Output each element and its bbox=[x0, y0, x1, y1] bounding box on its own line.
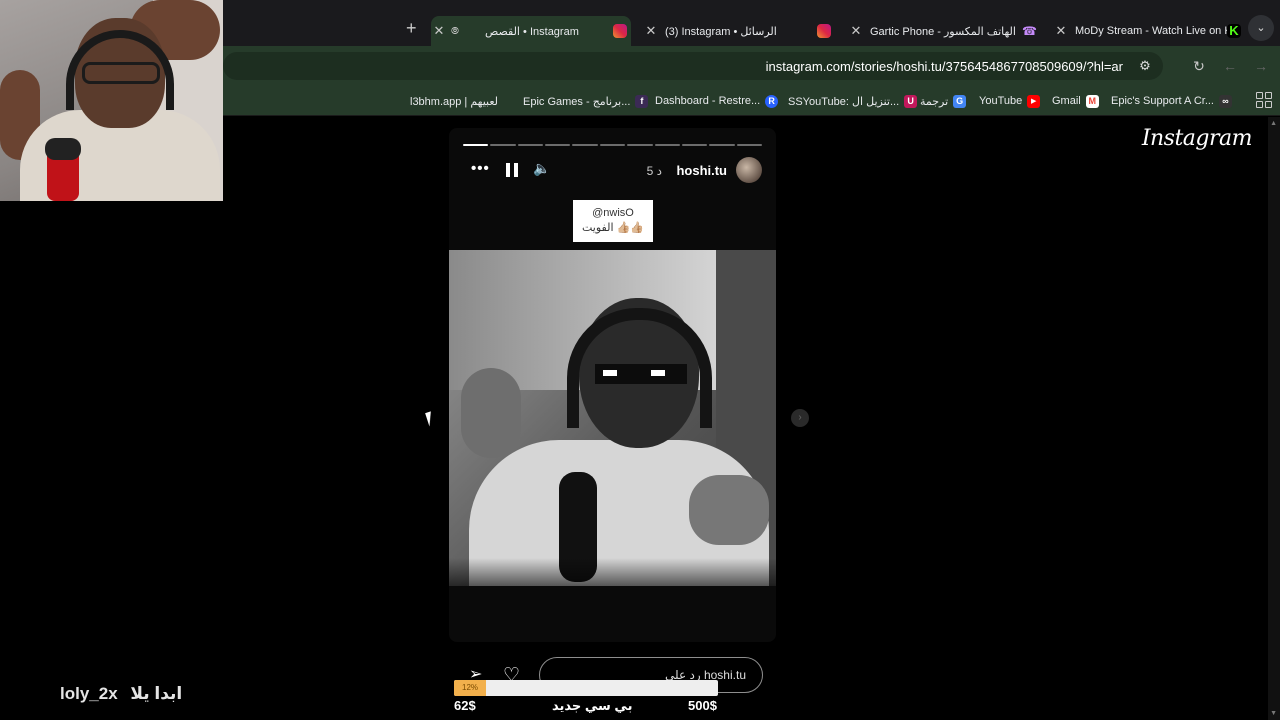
audio-icon[interactable]: ⦾ bbox=[447, 26, 463, 37]
bookmark-icon: ∞ bbox=[1219, 94, 1232, 108]
volume-icon[interactable]: 🔈 bbox=[533, 160, 550, 177]
story-username[interactable]: hoshi.tu bbox=[676, 163, 727, 178]
chat-text: ابدا يلا bbox=[130, 684, 183, 703]
forward-icon[interactable]: → bbox=[1251, 56, 1271, 76]
tab-label: (3) Instagram • الرسائل bbox=[665, 25, 777, 38]
bookmark-epic-support[interactable]: Epic's Support A Cr... ∞ bbox=[1111, 91, 1232, 111]
progress-segment bbox=[545, 144, 571, 146]
avatar[interactable] bbox=[736, 157, 762, 183]
story-time: 5 د bbox=[646, 164, 662, 178]
bookmark-youtube[interactable]: YouTube ▶ bbox=[979, 91, 1041, 111]
tab-label: Gartic Phone - الهاتف المكسور bbox=[870, 25, 1016, 38]
story-viewer: hoshi.tu 5 د ••• 🔈 @nwisO الفويت 👍🏼👍🏼 bbox=[449, 128, 776, 642]
story-photo bbox=[449, 250, 776, 586]
mention-sticker[interactable]: @nwisO الفويت 👍🏼👍🏼 bbox=[573, 200, 653, 242]
goal-percent: 12% bbox=[462, 683, 479, 692]
bookmark-l3bhm[interactable]: l3bhm.app | لعبيهم bbox=[410, 91, 498, 111]
bookmark-label: Gmail bbox=[1052, 95, 1081, 107]
bookmarks-bar: Epic's Support A Cr... ∞ Gmail M YouTube… bbox=[223, 86, 1280, 116]
instagram-icon bbox=[817, 24, 831, 38]
bookmark-label: Epic Games - برنامج... bbox=[523, 95, 631, 108]
close-icon[interactable]: ✕ bbox=[1053, 23, 1069, 39]
chat-username: loly_2x bbox=[60, 684, 118, 703]
tab-instagram-messages[interactable]: ✕ (3) Instagram • الرسائل bbox=[643, 16, 833, 46]
progress-segment bbox=[654, 144, 680, 146]
close-icon[interactable]: ✕ bbox=[848, 23, 864, 39]
close-icon[interactable]: ✕ bbox=[643, 23, 659, 39]
bookmark-label: ترجمة bbox=[920, 95, 949, 108]
pause-icon[interactable] bbox=[506, 163, 518, 177]
browser-toolbar: instagram.com/stories/hoshi.tu/375645486… bbox=[223, 46, 1280, 86]
back-icon[interactable]: ← bbox=[1220, 56, 1240, 76]
new-tab-button[interactable]: + bbox=[406, 18, 417, 39]
goal-target-amount: 500$ bbox=[688, 698, 717, 713]
mouse-cursor-icon bbox=[425, 409, 441, 427]
phone-icon: ☎ bbox=[1022, 24, 1037, 38]
progress-segment bbox=[709, 144, 735, 146]
instagram-logo[interactable]: Instagram bbox=[1142, 126, 1253, 151]
restream-icon: R bbox=[765, 94, 779, 108]
goal-title: بي سي جديد bbox=[552, 698, 633, 713]
tab-gartic-phone[interactable]: ✕ Gartic Phone - الهاتف المكسور ☎ bbox=[848, 16, 1038, 46]
mention-caption: الفويت 👍🏼👍🏼 bbox=[582, 222, 644, 234]
epic-games-icon: f bbox=[635, 94, 649, 108]
translate-icon: G bbox=[953, 94, 967, 108]
bookmark-ssyoutube[interactable]: SSYouTube: تنزيل ال... U bbox=[788, 91, 918, 111]
story-header: hoshi.tu 5 د ••• 🔈 bbox=[463, 156, 762, 186]
webcam-feed bbox=[0, 0, 223, 201]
tab-kick-stream[interactable]: ✕ MoDy Stream - Watch Live on Kick K bbox=[1053, 16, 1243, 46]
screen: + ✕ ⦾ القصص • Instagram ✕ (3) Instagram … bbox=[0, 0, 1280, 720]
bookmark-epic-games[interactable]: Epic Games - برنامج... f bbox=[523, 91, 649, 111]
more-options-icon[interactable]: ••• bbox=[471, 160, 490, 177]
bookmark-label: YouTube bbox=[979, 95, 1023, 107]
close-icon[interactable]: ✕ bbox=[431, 23, 447, 39]
tab-search-button[interactable]: ⌄ bbox=[1248, 15, 1274, 41]
progress-segment bbox=[517, 144, 544, 146]
url-text: instagram.com/stories/hoshi.tu/375645486… bbox=[765, 59, 1123, 74]
address-bar[interactable]: instagram.com/stories/hoshi.tu/375645486… bbox=[223, 52, 1163, 80]
bookmark-label: l3bhm.app | لعبيهم bbox=[410, 95, 499, 108]
apps-grid-icon[interactable] bbox=[1256, 92, 1272, 108]
progress-segment bbox=[627, 144, 653, 146]
bookmark-label: Dashboard - Restre... bbox=[655, 95, 761, 107]
site-settings-icon[interactable]: ⚙ bbox=[1137, 58, 1153, 74]
tab-instagram-stories[interactable]: ✕ ⦾ القصص • Instagram bbox=[431, 16, 631, 46]
bookmark-gmail[interactable]: Gmail M bbox=[1052, 91, 1099, 111]
scroll-up-icon[interactable]: ▲ bbox=[1270, 120, 1277, 127]
progress-segment bbox=[572, 144, 598, 146]
progress-segment bbox=[463, 144, 489, 146]
scrollbar[interactable]: ▲ ▼ bbox=[1268, 117, 1280, 720]
tab-strip: + ✕ ⦾ القصص • Instagram ✕ (3) Instagram … bbox=[223, 12, 1280, 46]
bookmark-restream[interactable]: Dashboard - Restre... R bbox=[655, 91, 779, 111]
tab-label: MoDy Stream - Watch Live on Kick bbox=[1075, 25, 1227, 37]
bookmark-label: SSYouTube: تنزيل ال... bbox=[788, 95, 900, 108]
next-story-button[interactable]: › bbox=[791, 409, 809, 427]
ssyoutube-icon: U bbox=[904, 94, 918, 108]
youtube-icon: ▶ bbox=[1027, 94, 1041, 108]
reload-icon[interactable]: ↻ bbox=[1189, 56, 1209, 76]
progress-segment bbox=[490, 144, 516, 146]
donation-goal-bar: 12% bbox=[454, 680, 718, 696]
instagram-page: Instagram hoshi.tu 5 د ••• 🔈 @nwisO الفو… bbox=[223, 117, 1280, 720]
instagram-icon bbox=[613, 24, 627, 38]
bookmark-translate[interactable]: ترجمة G bbox=[920, 91, 967, 111]
kick-icon: K bbox=[1227, 24, 1241, 38]
mention-handle: @nwisO bbox=[592, 207, 634, 219]
goal-current-amount: 62$ bbox=[454, 698, 476, 713]
tab-label: القصص • Instagram bbox=[485, 25, 579, 38]
story-progress-bar bbox=[463, 144, 762, 146]
bookmark-label: Epic's Support A Cr... bbox=[1111, 95, 1214, 107]
gmail-icon: M bbox=[1085, 94, 1099, 108]
progress-segment bbox=[736, 144, 762, 146]
progress-segment bbox=[681, 144, 708, 146]
scroll-down-icon[interactable]: ▼ bbox=[1270, 710, 1277, 717]
progress-segment bbox=[599, 144, 626, 146]
stream-chat-message: loly_2x ابدا يلا bbox=[60, 684, 182, 704]
